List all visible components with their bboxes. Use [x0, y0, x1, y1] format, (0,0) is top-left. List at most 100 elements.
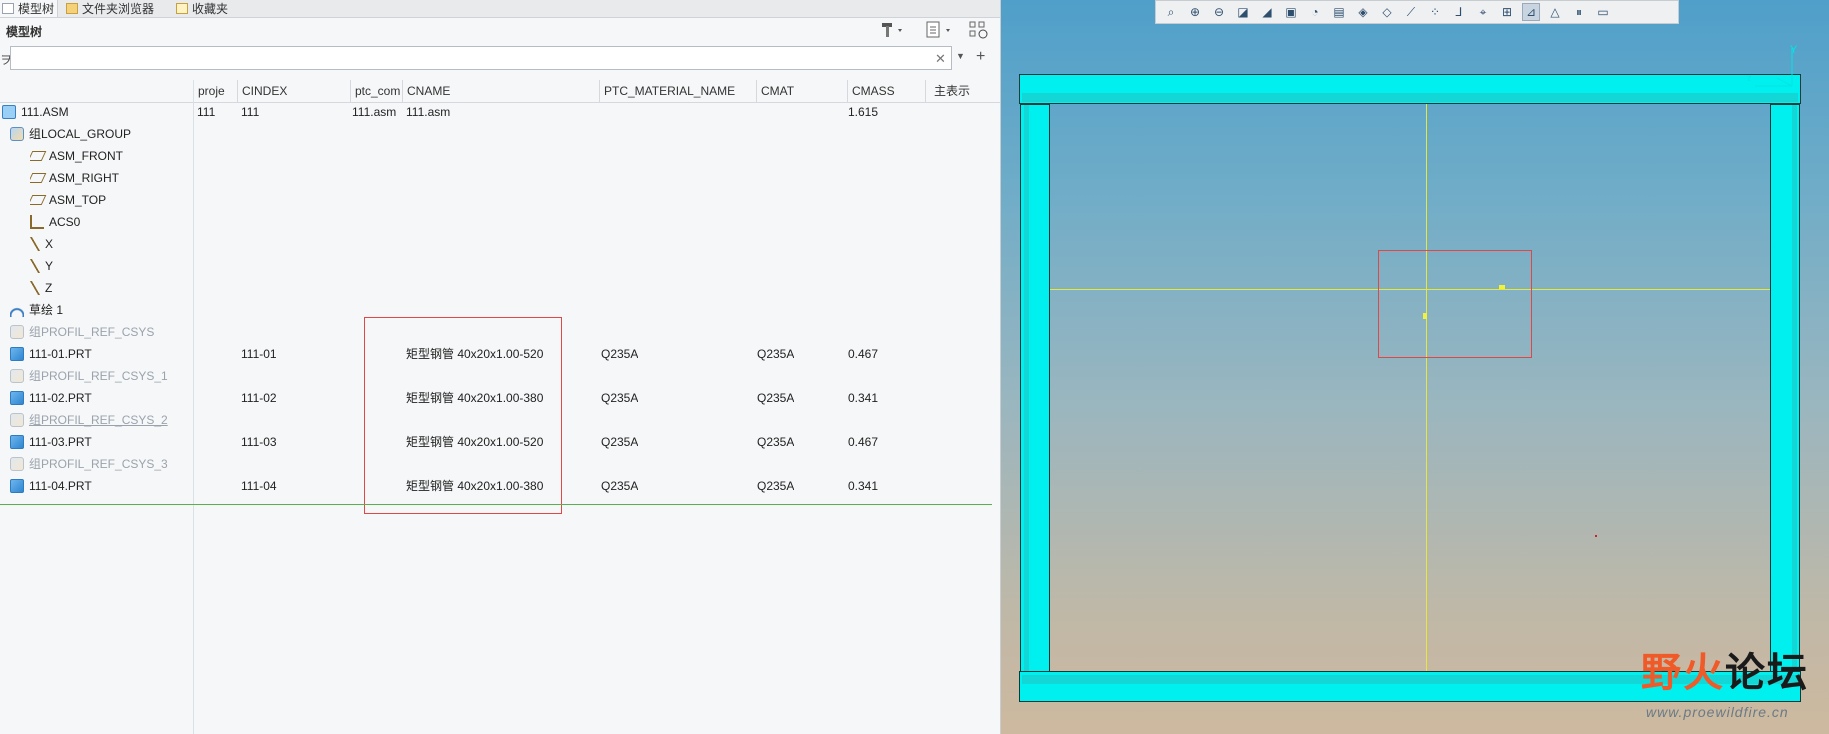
- part-icon: [10, 479, 24, 493]
- cell-cmass: 0.467: [848, 435, 879, 449]
- column-header-material[interactable]: PTC_MATERIAL_NAME: [599, 80, 756, 102]
- search-row: ヲ ✕ ▼ +: [0, 46, 1000, 72]
- view-manager-icon[interactable]: ▤: [1330, 3, 1348, 21]
- tree-node-name[interactable]: X: [30, 233, 53, 255]
- tree-node-name[interactable]: 组PROFIL_REF_CSYS_3: [10, 453, 168, 475]
- tree-node-label: 组PROFIL_REF_CSYS_3: [29, 457, 168, 471]
- tree-node-name[interactable]: ASM_FRONT: [30, 145, 123, 167]
- zoom-out-icon[interactable]: ⊖: [1210, 3, 1228, 21]
- perspective-icon[interactable]: ◢: [1258, 3, 1276, 21]
- cell-material: Q235A: [601, 347, 639, 361]
- spin-center-icon[interactable]: ⊞: [1498, 3, 1516, 21]
- datum-plane-vertical[interactable]: [1426, 104, 1427, 671]
- frame-beam-top[interactable]: [1019, 74, 1801, 104]
- tree-node-label: 组LOCAL_GROUP: [29, 127, 132, 141]
- zoom-in-icon[interactable]: ⊕: [1186, 3, 1204, 21]
- tree-row[interactable]: ASM_RIGHT: [0, 167, 1000, 189]
- cell-cindex: 111: [241, 105, 260, 119]
- tree-node-name[interactable]: 111-04.PRT: [10, 475, 92, 497]
- column-header-ptc-common[interactable]: ptc_com: [350, 80, 402, 102]
- navigator-tabs: 模型树 文件夹浏览器 收藏夹: [0, 0, 1000, 18]
- column-header-cmass[interactable]: CMASS: [847, 80, 925, 102]
- tab-favorites[interactable]: 收藏夹: [172, 0, 256, 17]
- tree-node-name[interactable]: Z: [30, 277, 52, 299]
- tree-node-name[interactable]: Y: [30, 255, 53, 277]
- tree-column-header: proje CINDEX ptc_com CNAME PTC_MATERIAL_…: [0, 80, 1000, 103]
- watermark-url: www.proewildfire.cn: [1646, 704, 1789, 720]
- frame-beam-right[interactable]: [1770, 104, 1800, 672]
- tree-node-label: 111-04.PRT: [29, 479, 92, 493]
- tree-row[interactable]: ASM_TOP: [0, 189, 1000, 211]
- frame-beam-left[interactable]: [1020, 104, 1050, 672]
- tree-row[interactable]: Z: [0, 277, 1000, 299]
- tree-node-name[interactable]: 组PROFIL_REF_CSYS_2: [10, 409, 168, 431]
- column-header-project[interactable]: proje: [193, 80, 237, 102]
- point-display-icon[interactable]: ⁘: [1426, 3, 1444, 21]
- part-icon: [10, 347, 24, 361]
- tree-row[interactable]: ACS0: [0, 211, 1000, 233]
- group-icon: [10, 413, 24, 427]
- tree-node-name[interactable]: 111.ASM: [2, 101, 69, 123]
- column-header-cindex[interactable]: CINDEX: [237, 80, 350, 102]
- datum-tag-mark: [1423, 313, 1427, 319]
- tree-node-name[interactable]: ACS0: [30, 211, 80, 233]
- tree-settings-button[interactable]: [880, 21, 906, 39]
- tree-row[interactable]: 111.ASM 111 111 111.asm 111.asm 1.615: [0, 101, 1000, 123]
- tree-show-button[interactable]: [925, 21, 955, 39]
- tree-row[interactable]: Y: [0, 255, 1000, 277]
- tab-model-tree[interactable]: 模型树: [0, 0, 58, 17]
- cell-material: Q235A: [601, 479, 639, 493]
- search-input[interactable]: [10, 46, 952, 70]
- column-header-cmat[interactable]: CMAT: [756, 80, 847, 102]
- pause-icon[interactable]: ⏸: [1570, 3, 1588, 21]
- clear-icon[interactable]: ✕: [935, 51, 946, 67]
- cell-cmat: Q235A: [757, 435, 795, 449]
- tree-node-name[interactable]: 组LOCAL_GROUP: [10, 123, 131, 145]
- column-header-cname[interactable]: CNAME: [402, 80, 599, 102]
- datum-axis-display-icon[interactable]: ⟋: [1402, 3, 1420, 21]
- tree-filter-button[interactable]: [968, 21, 992, 39]
- tree-node-name[interactable]: 111-03.PRT: [10, 431, 92, 453]
- column-header-master-rep[interactable]: 主表示: [925, 80, 992, 102]
- tree-node-name[interactable]: 草绘 1: [10, 299, 63, 321]
- add-icon[interactable]: +: [976, 48, 985, 66]
- graphics-window[interactable]: ⌕ ⊕ ⊖ ◪ ◢ ▣ ◔ ▤ ◈ ◇ ⟋ ⁘ ⅃ ⌖ ⊞ ⊿ △ ⏸ ▭ Y z 野火论坛 www.proewil…: [1001, 0, 1829, 734]
- repaint-icon[interactable]: ◪: [1234, 3, 1252, 21]
- annotation-display-icon[interactable]: ⌖: [1474, 3, 1492, 21]
- tree-node-label: 组PROFIL_REF_CSYS_2: [29, 413, 168, 427]
- assembly-icon: [2, 105, 16, 119]
- tree-node-label: 111-01.PRT: [29, 347, 92, 361]
- tree-node-label: 组PROFIL_REF_CSYS: [29, 325, 155, 339]
- tree-node-name[interactable]: ASM_RIGHT: [30, 167, 119, 189]
- cell-cname: 111.asm: [406, 105, 451, 119]
- display-style-icon[interactable]: ▣: [1282, 3, 1300, 21]
- chevron-down-icon[interactable]: ▼: [956, 51, 965, 61]
- tree-node-name[interactable]: 组PROFIL_REF_CSYS_1: [10, 365, 168, 387]
- saved-views-icon[interactable]: ◔: [1306, 3, 1324, 21]
- model-tree-title: 模型树: [6, 25, 43, 39]
- section-icon[interactable]: ◈: [1354, 3, 1372, 21]
- feature-display-icon[interactable]: △: [1546, 3, 1564, 21]
- tree-node-name[interactable]: 组PROFIL_REF_CSYS: [10, 321, 154, 343]
- datum-plane-display-icon[interactable]: ◇: [1378, 3, 1396, 21]
- hammer-icon: [882, 23, 902, 37]
- tree-row[interactable]: X: [0, 233, 1000, 255]
- tree-node-label: ASM_FRONT: [49, 149, 124, 163]
- tree-node-name[interactable]: ASM_TOP: [30, 189, 106, 211]
- csys-display-icon[interactable]: ⅃: [1450, 3, 1468, 21]
- tree-row[interactable]: 组LOCAL_GROUP: [0, 123, 1000, 145]
- tree-node-name[interactable]: 111-01.PRT: [10, 343, 92, 365]
- column-header-name[interactable]: [0, 80, 193, 102]
- tree-node-name[interactable]: 111-02.PRT: [10, 387, 92, 409]
- redraw-icon[interactable]: ▭: [1594, 3, 1612, 21]
- tree-row[interactable]: ASM_FRONT: [0, 145, 1000, 167]
- tree-node-label: ACS0: [49, 215, 81, 229]
- selection-dot: [1595, 535, 1597, 537]
- part-icon: [10, 391, 24, 405]
- tab-folder-browser[interactable]: 文件夹浏览器: [62, 0, 166, 17]
- cell-cmass: 0.467: [848, 347, 879, 361]
- sketch-display-icon[interactable]: ⊿: [1522, 3, 1540, 21]
- refit-icon[interactable]: ⌕: [1162, 3, 1180, 21]
- datum-axis-icon: [30, 237, 40, 251]
- csys-icon: [30, 215, 44, 229]
